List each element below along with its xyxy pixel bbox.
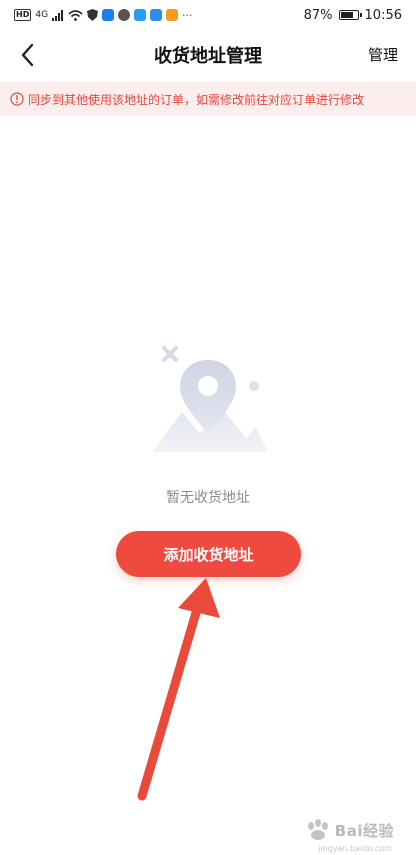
notice-banner: 同步到其他使用该地址的订单，如需修改前往对应订单进行修改 <box>0 82 416 116</box>
more-notifications: ··· <box>182 8 193 22</box>
app-icon-chat <box>118 9 131 21</box>
watermark-brand: Bai经验 <box>334 821 394 840</box>
app-icon-search <box>150 9 163 21</box>
wifi-icon <box>68 9 83 21</box>
notice-text: 同步到其他使用该地址的订单，如需修改前往对应订单进行修改 <box>28 92 365 107</box>
watermark: Bai经验 <box>305 819 394 841</box>
watermark-domain: jingyan.baidu.com <box>318 844 392 853</box>
shield-icon <box>87 9 99 21</box>
back-icon[interactable] <box>14 40 42 70</box>
app-icon-shield <box>102 9 115 21</box>
signal-icon <box>52 9 64 21</box>
battery-fill <box>340 12 353 18</box>
app-icon-play <box>166 9 179 21</box>
battery-icon <box>338 10 362 20</box>
annotation-arrow-icon <box>137 578 220 801</box>
info-circle-icon <box>10 92 24 106</box>
empty-state-text: 暂无收货地址 <box>166 490 250 506</box>
manage-button[interactable]: 管理 <box>368 44 398 65</box>
nav-bar: 收货地址管理 管理 <box>0 30 416 80</box>
app-icon-message <box>134 9 147 21</box>
hd-badge: HD <box>14 9 32 21</box>
clock: 10:56 <box>364 7 402 23</box>
status-right: 87% 10:56 <box>304 8 402 23</box>
paw-logo-icon <box>307 819 328 840</box>
location-pin-illustration <box>152 346 268 452</box>
battery-percent: 87% <box>303 7 333 23</box>
signal-text: 4G <box>35 10 49 20</box>
status-bar: HD 4G ··· 87% 10:56 <box>0 0 416 30</box>
page-title: 收货地址管理 <box>154 46 262 67</box>
status-left: HD 4G ··· <box>14 9 193 22</box>
